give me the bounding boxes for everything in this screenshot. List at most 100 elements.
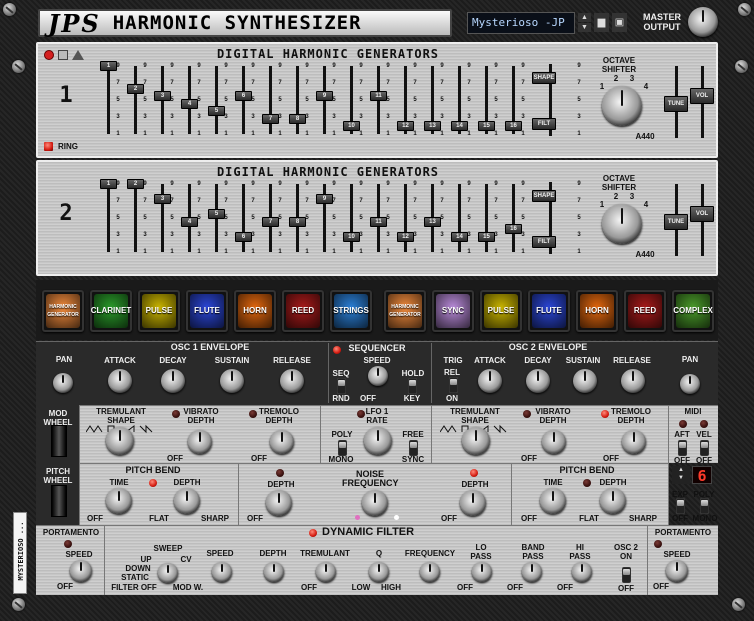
harmonic-fader-9[interactable]: 9 xyxy=(316,91,333,102)
filt-fader[interactable]: FILT xyxy=(532,118,556,130)
frequency-knob[interactable] xyxy=(420,562,440,582)
preset-button-presets_right-5[interactable]: HORN xyxy=(576,290,618,332)
noise-depth-knob-1[interactable] xyxy=(266,490,292,516)
pan-knob-1[interactable] xyxy=(53,373,73,393)
vel-switch[interactable] xyxy=(700,440,709,456)
harmonic-fader-6[interactable]: 6 xyxy=(235,91,252,102)
harmonic-fader-3[interactable]: 3 xyxy=(154,194,171,205)
sustain-knob-2[interactable] xyxy=(573,369,597,393)
harmonic-fader-2[interactable]: 2 xyxy=(127,179,144,189)
pb-depth-knob-2[interactable] xyxy=(600,488,626,514)
stop-square-icon[interactable] xyxy=(58,50,68,60)
tremulant-filter-knob[interactable] xyxy=(316,562,336,582)
decay-knob-2[interactable] xyxy=(526,369,550,393)
harmonic-fader-4[interactable]: 4 xyxy=(181,216,198,227)
mod-wheel[interactable] xyxy=(51,425,67,457)
vol-fader[interactable]: VOL xyxy=(690,206,714,222)
harmonic-fader-1[interactable]: 1 xyxy=(100,61,117,71)
q-knob[interactable] xyxy=(369,562,389,582)
lfo-rate-knob[interactable] xyxy=(364,427,392,455)
triangle-icon[interactable] xyxy=(72,50,84,60)
preset-button-presets_left-7[interactable]: STRINGS xyxy=(330,290,372,332)
preset-button-presets_right-3[interactable]: PULSE xyxy=(480,290,522,332)
pan-knob-2[interactable] xyxy=(680,374,700,394)
poly-mono-switch[interactable] xyxy=(700,498,709,514)
tremulant-shape-knob-1[interactable] xyxy=(106,427,134,455)
aft-switch[interactable] xyxy=(678,440,687,456)
master-output-knob[interactable] xyxy=(688,7,718,37)
preset-button-presets_right-1[interactable]: HARMONIC GENERATOR xyxy=(384,290,426,332)
preset-button-presets_left-4[interactable]: FLUTE xyxy=(186,290,228,332)
tune-fader[interactable]: TUNE xyxy=(664,214,688,230)
lfo-free-sync-switch[interactable] xyxy=(409,440,418,456)
harmonic-fader-10[interactable]: 10 xyxy=(343,231,360,242)
harmonic-fader-3[interactable]: 3 xyxy=(154,91,171,102)
lo-pass-knob[interactable] xyxy=(472,562,492,582)
noise-frequency-knob[interactable] xyxy=(362,490,388,516)
close-light-icon[interactable] xyxy=(44,50,54,60)
harmonic-fader-12[interactable]: 12 xyxy=(397,231,414,242)
pitch-wheel[interactable] xyxy=(51,485,67,517)
harmonic-fader-15[interactable]: 15 xyxy=(478,231,495,242)
patch-down-arrow-icon[interactable]: ▼ xyxy=(578,23,591,32)
harmonic-fader-11[interactable]: 11 xyxy=(370,91,387,102)
harmonic-fader-13[interactable]: 13 xyxy=(424,121,441,132)
vibrato-depth-knob-1[interactable] xyxy=(188,430,212,454)
harmonic-fader-16[interactable]: 16 xyxy=(505,121,522,132)
hold-key-switch[interactable] xyxy=(408,378,417,394)
preset-button-presets_left-6[interactable]: REED xyxy=(282,290,324,332)
preset-button-presets_left-5[interactable]: HORN xyxy=(234,290,276,332)
osc2-filter-switch[interactable] xyxy=(622,567,631,583)
folder-icon[interactable]: ▆ xyxy=(594,13,609,32)
harmonic-fader-8[interactable]: 8 xyxy=(289,113,306,124)
harmonic-fader-2[interactable]: 2 xyxy=(127,83,144,94)
band-pass-knob[interactable] xyxy=(522,562,542,582)
filter-depth-knob[interactable] xyxy=(264,562,284,582)
harmonic-fader-16[interactable]: 16 xyxy=(505,224,522,235)
trig-switch[interactable] xyxy=(449,377,458,393)
exp-switch[interactable] xyxy=(676,498,685,514)
tremolo-depth-knob-1[interactable] xyxy=(270,430,294,454)
filt-fader[interactable]: FILT xyxy=(532,236,556,248)
portamento-speed-knob-1[interactable] xyxy=(70,560,92,582)
harmonic-fader-10[interactable]: 10 xyxy=(343,121,360,132)
harmonic-fader-5[interactable]: 5 xyxy=(208,209,225,220)
pb-time-knob-2[interactable] xyxy=(540,488,566,514)
hi-pass-knob[interactable] xyxy=(572,562,592,582)
harmonic-fader-11[interactable]: 11 xyxy=(370,216,387,227)
patch-up-arrow-icon[interactable]: ▲ xyxy=(578,13,591,22)
pb-depth-knob-1[interactable] xyxy=(174,488,200,514)
harmonic-fader-9[interactable]: 9 xyxy=(316,194,333,205)
preset-button-presets_left-2[interactable]: CLARINET xyxy=(90,290,132,332)
release-knob-2[interactable] xyxy=(621,369,645,393)
release-knob-1[interactable] xyxy=(280,369,304,393)
attack-knob-2[interactable] xyxy=(478,369,502,393)
filter-speed-knob[interactable] xyxy=(212,562,232,582)
harmonic-fader-14[interactable]: 14 xyxy=(451,231,468,242)
sweep-selector-knob[interactable] xyxy=(158,563,178,583)
save-disk-icon[interactable]: ▣ xyxy=(612,13,627,32)
harmonic-fader-13[interactable]: 13 xyxy=(424,216,441,227)
patch-display[interactable]: Mysterioso -JP xyxy=(467,12,575,34)
preset-button-presets_right-4[interactable]: FLUTE xyxy=(528,290,570,332)
tremulant-shape-knob-2[interactable] xyxy=(462,427,490,455)
octave-shifter-knob[interactable] xyxy=(602,86,642,126)
harmonic-fader-15[interactable]: 15 xyxy=(478,121,495,132)
harmonic-fader-7[interactable]: 7 xyxy=(262,113,279,124)
harmonic-fader-8[interactable]: 8 xyxy=(289,216,306,227)
preset-button-presets_right-2[interactable]: SYNC xyxy=(432,290,474,332)
tune-fader[interactable]: TUNE xyxy=(664,96,688,112)
preset-button-presets_left-1[interactable]: HARMONIC GENERATOR xyxy=(42,290,84,332)
harmonic-fader-14[interactable]: 14 xyxy=(451,121,468,132)
lfo-poly-mono-switch[interactable] xyxy=(338,440,347,456)
vibrato-depth-knob-2[interactable] xyxy=(542,430,566,454)
decay-knob-1[interactable] xyxy=(161,369,185,393)
harmonic-fader-4[interactable]: 4 xyxy=(181,98,198,109)
voice-spinner-arrows[interactable]: ▲ ▼ xyxy=(672,466,690,484)
pb-time-knob-1[interactable] xyxy=(106,488,132,514)
seq-speed-knob[interactable] xyxy=(368,366,388,386)
vol-fader[interactable]: VOL xyxy=(690,88,714,104)
harmonic-fader-1[interactable]: 1 xyxy=(100,179,117,189)
noise-depth-knob-2[interactable] xyxy=(460,490,486,516)
portamento-speed-knob-2[interactable] xyxy=(666,560,688,582)
